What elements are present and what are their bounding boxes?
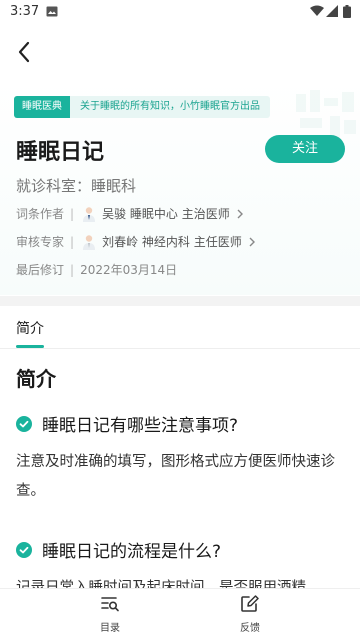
status-time: 3:37 — [10, 4, 40, 19]
wifi-icon — [310, 5, 324, 16]
chevron-right-icon — [249, 237, 255, 246]
revised-label: 最后修订 — [16, 263, 65, 277]
author-label: 词条作者 — [16, 207, 65, 221]
catalog-search-icon — [101, 597, 119, 612]
check-circle-icon — [16, 541, 32, 558]
author-row[interactable]: 词条作者 | 吴骏 睡眠中心 主治医师 — [16, 205, 244, 222]
follow-button[interactable]: 关注 — [265, 135, 345, 163]
bottom-toolbar: 目录 反馈 — [0, 588, 360, 641]
reviewer-row[interactable]: 审核专家 | 刘春岭 神经内科 主任医师 — [16, 233, 256, 250]
reviewer-label: 审核专家 — [16, 235, 65, 249]
tab-divider — [0, 348, 360, 349]
reviewer-name: 刘春岭 神经内科 主任医师 — [102, 235, 242, 249]
question-heading: 睡眠日记的流程是什么? — [16, 537, 221, 562]
image-icon — [46, 6, 58, 17]
signal-icon — [326, 5, 338, 17]
answer-text: 注意及时准确的填写，图形格式应方便医师快速诊查。 — [16, 454, 335, 499]
edit-icon — [241, 595, 259, 612]
check-circle-icon — [16, 415, 32, 432]
page-title: 睡眠日记 — [16, 140, 105, 165]
tab-intro[interactable]: 简介 — [16, 318, 44, 338]
question-heading: 睡眠日记有哪些注意事项? — [16, 411, 238, 436]
back-arrow-icon[interactable] — [12, 38, 38, 66]
status-bar: 3:37 — [0, 0, 360, 24]
feedback-button[interactable]: 反馈 — [220, 595, 280, 634]
chevron-right-icon — [237, 209, 243, 218]
author-name: 吴骏 睡眠中心 主治医师 — [102, 207, 230, 221]
source-tag-desc: 关于睡眠的所有知识，小竹睡眠官方出品 — [70, 96, 270, 118]
divider: | — [70, 262, 75, 277]
battery-icon — [343, 5, 351, 18]
department: 就诊科室：睡眠科 — [16, 177, 137, 195]
revision-row: 最后修订 | 2022年03月14日 — [16, 261, 177, 278]
section-heading: 简介 — [16, 367, 56, 391]
doctor-avatar-icon — [83, 206, 96, 222]
catalog-label: 目录 — [100, 623, 120, 634]
question-text: 睡眠日记有哪些注意事项? — [42, 416, 239, 436]
question-text: 睡眠日记的流程是什么? — [42, 542, 222, 562]
catalog-button[interactable]: 目录 — [80, 595, 140, 634]
source-tag: 睡眠医典 关于睡眠的所有知识，小竹睡眠官方出品 — [14, 96, 270, 118]
doctor-avatar-icon — [83, 234, 96, 250]
divider: | — [70, 206, 75, 221]
revised-date: 2022年03月14日 — [80, 263, 178, 277]
feedback-label: 反馈 — [240, 623, 260, 634]
section-divider — [0, 296, 360, 306]
source-tag-label: 睡眠医典 — [14, 96, 70, 118]
divider: | — [70, 234, 75, 249]
